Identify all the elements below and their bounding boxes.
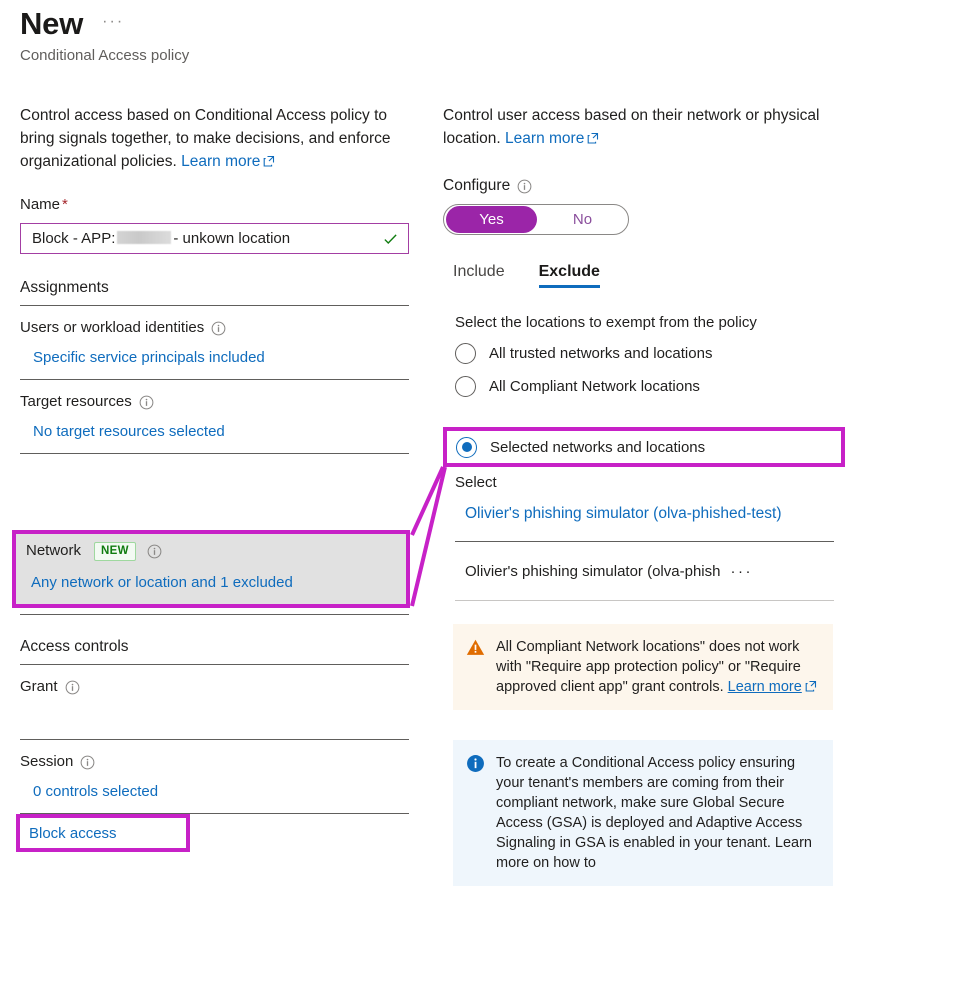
- radio-label: Selected networks and locations: [490, 438, 706, 456]
- selected-location-link[interactable]: Olivier's phishing simulator (olva-phish…: [443, 502, 803, 525]
- left-panel: Control access based on Conditional Acce…: [20, 104, 410, 814]
- required-asterisk: *: [62, 196, 68, 213]
- access-controls-heading: Access controls: [20, 638, 129, 655]
- info-icon[interactable]: [80, 755, 95, 770]
- divider-conditions: [20, 614, 409, 615]
- block-access-link[interactable]: Block access: [20, 825, 117, 842]
- configure-toggle[interactable]: Yes No: [443, 204, 629, 235]
- info-message-box: To create a Conditional Access policy en…: [453, 740, 833, 886]
- network-value-link[interactable]: Any network or location and 1 excluded: [31, 573, 293, 593]
- policy-name-input[interactable]: Block - APP: - unkown location: [20, 223, 409, 254]
- redacted-app-name: [117, 231, 172, 244]
- radio-button[interactable]: [456, 436, 477, 458]
- info-icon[interactable]: [65, 680, 80, 695]
- grant-row-label: Grant: [20, 677, 410, 697]
- list-item-label: Olivier's phishing simulator (olva-phish: [465, 563, 721, 580]
- configure-label-text: Configure: [443, 177, 511, 194]
- select-section-label: Select: [455, 474, 497, 491]
- network-row-label: Network NEW: [26, 541, 406, 561]
- toggle-option-yes[interactable]: Yes: [446, 206, 537, 233]
- external-link-icon: [805, 678, 817, 692]
- right-intro-text: Control user access based on their netwo…: [443, 104, 843, 150]
- network-row-spacer: [20, 454, 410, 540]
- tab-exclude[interactable]: Exclude: [538, 263, 601, 288]
- assignments-heading: Assignments: [20, 279, 109, 296]
- configure-label: Configure: [443, 176, 843, 196]
- session-value-link[interactable]: 0 controls selected: [33, 782, 158, 802]
- checkmark-icon: [383, 231, 398, 246]
- external-link-icon: [587, 128, 599, 144]
- new-badge: NEW: [94, 541, 136, 561]
- divider-list-top: [455, 541, 834, 542]
- policy-name-prefix: Block - APP:: [32, 230, 116, 247]
- page-header: New ··· Conditional Access policy: [20, 4, 189, 66]
- name-label-text: Name: [20, 196, 61, 213]
- radio-button[interactable]: [455, 343, 476, 364]
- right-learn-more-label: Learn more: [505, 130, 585, 147]
- warning-message-box: All Compliant Network locations" does no…: [453, 624, 833, 710]
- page-subtitle: Conditional Access policy: [20, 47, 190, 64]
- grant-block-access-highlighted[interactable]: Block access: [16, 814, 190, 852]
- name-field-label: Name *: [20, 195, 410, 215]
- external-link-icon: [263, 151, 275, 167]
- left-learn-more-link[interactable]: Learn more: [181, 153, 275, 170]
- divider-grant: [20, 739, 409, 740]
- tab-include[interactable]: Include: [453, 263, 505, 288]
- radio-selected-networks-and-locations[interactable]: Selected networks and locations: [447, 436, 706, 458]
- radio-all-trusted-networks[interactable]: All trusted networks and locations: [443, 343, 843, 364]
- list-item[interactable]: Olivier's phishing simulator (olva-phish…: [443, 563, 843, 580]
- grant-value-spacer: [20, 697, 410, 739]
- session-label-text: Session: [20, 753, 74, 770]
- divider-assignments: [20, 305, 409, 306]
- divider-access-controls: [20, 664, 409, 665]
- radio-button[interactable]: [455, 376, 476, 397]
- users-label-text: Users or workload identities: [20, 319, 205, 336]
- warning-triangle-icon: [466, 638, 485, 657]
- right-learn-more-link[interactable]: Learn more: [505, 130, 599, 147]
- session-row-label: Session: [20, 752, 410, 772]
- left-learn-more-label: Learn more: [181, 153, 261, 170]
- radio-label: All trusted networks and locations: [489, 345, 713, 362]
- left-intro-text: Control access based on Conditional Acce…: [20, 104, 410, 173]
- page-title: New: [20, 6, 84, 41]
- info-icon[interactable]: [211, 321, 226, 336]
- network-row-highlighted[interactable]: Network NEW Any network or location and …: [12, 530, 410, 608]
- grant-label-text: Grant: [20, 678, 58, 695]
- info-icon[interactable]: [517, 179, 532, 194]
- users-row-label: Users or workload identities: [20, 318, 410, 338]
- target-resources-row-label: Target resources: [20, 392, 410, 412]
- target-resources-value-link[interactable]: No target resources selected: [33, 422, 225, 442]
- info-message-text: To create a Conditional Access policy en…: [496, 755, 812, 871]
- list-item-context-menu-button[interactable]: ···: [730, 563, 753, 580]
- warning-learn-more-link[interactable]: Learn more: [728, 679, 802, 695]
- network-label-text: Network: [26, 542, 82, 559]
- target-label-text: Target resources: [20, 393, 132, 410]
- policy-name-suffix: - unkown location: [173, 230, 291, 247]
- warning-message-text: All Compliant Network locations" does no…: [496, 637, 819, 697]
- right-intro-copy: Control user access based on their netwo…: [443, 107, 820, 147]
- info-icon[interactable]: [147, 544, 162, 559]
- radio-label: All Compliant Network locations: [489, 378, 700, 395]
- divider-list-bottom: [455, 600, 834, 601]
- more-options-button[interactable]: ···: [102, 13, 124, 31]
- radio-selected-networks-highlighted[interactable]: Selected networks and locations: [443, 427, 845, 467]
- info-icon[interactable]: [139, 395, 154, 410]
- divider-users: [20, 379, 409, 380]
- warning-learn-more-label: Learn more: [727, 679, 802, 695]
- right-panel: Control user access based on their netwo…: [443, 104, 843, 886]
- info-filled-icon: [466, 754, 485, 773]
- include-exclude-tabs: Include Exclude: [443, 263, 843, 288]
- select-locations-prompt: Select the locations to exempt from the …: [455, 314, 757, 331]
- toggle-option-no[interactable]: No: [537, 206, 628, 233]
- users-value-link[interactable]: Specific service principals included: [33, 348, 265, 368]
- policy-name-value: Block - APP: - unkown location: [21, 230, 290, 247]
- radio-all-compliant-network-locations[interactable]: All Compliant Network locations: [443, 376, 843, 397]
